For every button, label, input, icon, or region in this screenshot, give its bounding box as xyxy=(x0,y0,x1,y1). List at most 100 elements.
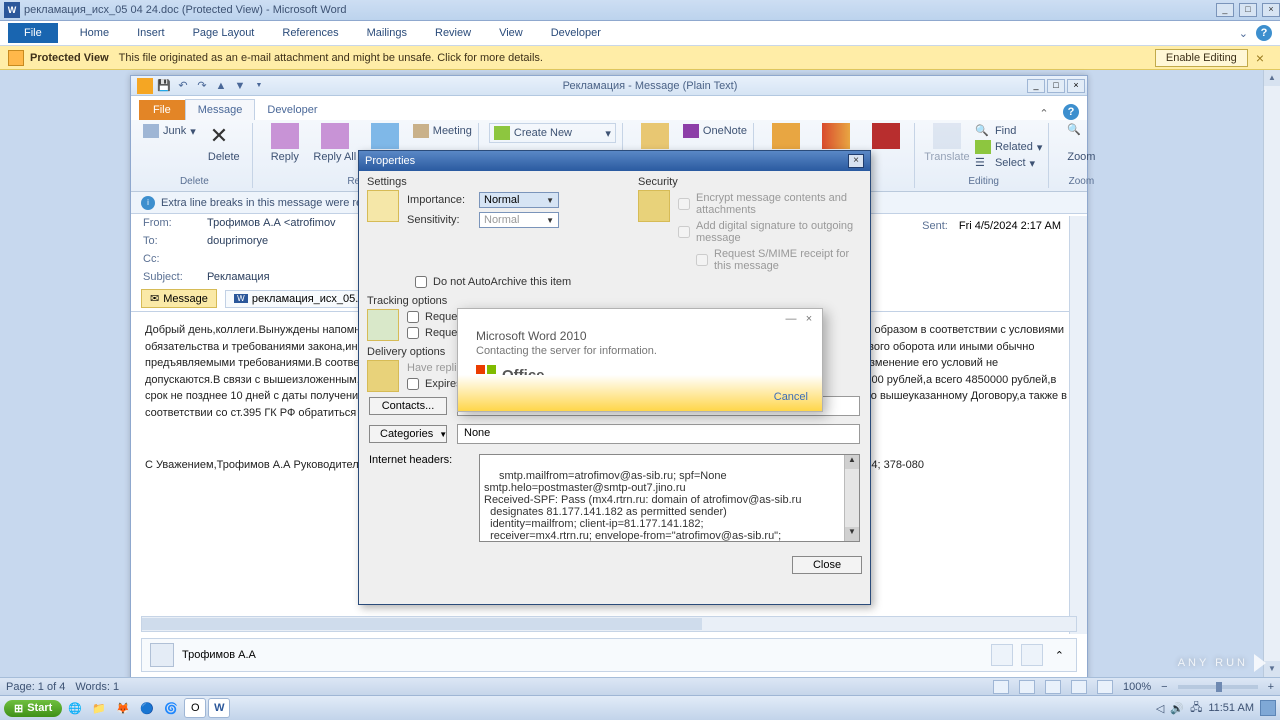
tab-references[interactable]: References xyxy=(268,23,352,43)
volume-icon[interactable]: 🔊 xyxy=(1170,702,1184,715)
zoom-level[interactable]: 100% xyxy=(1123,681,1151,693)
onenote-button[interactable]: OneNote xyxy=(683,123,747,139)
tab-home[interactable]: Home xyxy=(66,23,123,43)
minimize-button[interactable]: _ xyxy=(1216,3,1234,17)
flag-button[interactable] xyxy=(764,123,808,151)
zoom-button[interactable]: 🔍Zoom xyxy=(1059,123,1103,163)
page-status[interactable]: Page: 1 of 4 xyxy=(6,681,65,693)
ol-tab-message[interactable]: Message xyxy=(185,99,256,120)
undo-icon[interactable]: ↶ xyxy=(175,78,191,94)
dlg-minimize-icon[interactable]: — xyxy=(782,313,800,325)
horizontal-scrollbar[interactable] xyxy=(141,616,1077,632)
file-tab[interactable]: File xyxy=(8,23,58,43)
vertical-scrollbar[interactable]: ▲ ▼ xyxy=(1263,70,1280,677)
delete-button[interactable]: ✕Delete xyxy=(202,123,246,163)
categories-button[interactable]: Categories▼ xyxy=(369,425,447,443)
tray-expand-icon[interactable]: ◁ xyxy=(1156,702,1164,715)
zoom-in-icon[interactable]: + xyxy=(1268,681,1274,693)
ol-tab-developer[interactable]: Developer xyxy=(255,100,329,120)
word-taskbar-icon[interactable]: W xyxy=(208,698,230,718)
ol-help-icon[interactable]: ? xyxy=(1063,104,1079,120)
view-draft-button[interactable] xyxy=(1097,680,1113,694)
ol-minimize-button[interactable]: _ xyxy=(1027,79,1045,93)
expand-icon[interactable]: ⌃ xyxy=(1051,649,1068,662)
noarchive-checkbox[interactable]: Do not AutoArchive this item xyxy=(359,274,870,290)
ribbon-collapse-icon[interactable]: ⌃ xyxy=(1037,107,1051,120)
reply-button[interactable]: Reply xyxy=(263,123,307,163)
scroll-up-icon[interactable]: ▲ xyxy=(1264,70,1280,86)
view-fullscreen-button[interactable] xyxy=(1019,680,1035,694)
importance-dropdown[interactable]: Normal▼ xyxy=(479,192,559,208)
select-button[interactable]: ☰Select ▾ xyxy=(975,155,1042,171)
qat-dropdown-icon[interactable]: ▼ xyxy=(251,78,267,94)
tab-pagelayout[interactable]: Page Layout xyxy=(179,23,269,43)
tracking-icon xyxy=(367,309,399,341)
move-button[interactable] xyxy=(633,123,677,151)
system-tray: ◁ 🔊 🖧 11:51 AM xyxy=(1156,699,1276,718)
dlg-close-icon[interactable]: × xyxy=(800,313,818,325)
categories-field[interactable]: None xyxy=(457,424,860,444)
properties-close-button[interactable]: Close xyxy=(792,556,862,574)
tab-insert[interactable]: Insert xyxy=(123,23,179,43)
tab-developer[interactable]: Developer xyxy=(537,23,615,43)
ol-maximize-button[interactable]: □ xyxy=(1047,79,1065,93)
save-icon[interactable]: 💾 xyxy=(156,78,172,94)
scroll-down-icon[interactable]: ▼ xyxy=(1264,661,1280,677)
words-status[interactable]: Words: 1 xyxy=(75,681,119,693)
create-new-button[interactable]: Create New▾ xyxy=(489,123,616,143)
ie-icon[interactable]: 🌐 xyxy=(64,698,86,718)
chrome-icon[interactable]: 🔵 xyxy=(136,698,158,718)
internet-headers-box[interactable]: smtp.mailfrom=atrofimov@as-sib.ru; spf=N… xyxy=(479,454,860,542)
help-icon[interactable]: ? xyxy=(1256,25,1272,41)
protected-close-icon[interactable]: × xyxy=(1248,50,1272,66)
next-icon[interactable]: ▼ xyxy=(232,78,248,94)
close-button[interactable]: × xyxy=(1262,3,1280,17)
zoom-out-icon[interactable]: − xyxy=(1161,681,1167,693)
people-button-2[interactable] xyxy=(1021,644,1043,666)
cancel-link[interactable]: Cancel xyxy=(774,391,808,403)
protected-view-message[interactable]: This file originated as an e-mail attach… xyxy=(119,52,1155,64)
delivery-icon xyxy=(367,360,399,392)
ol-close-button[interactable]: × xyxy=(1067,79,1085,93)
headers-scrollbar[interactable]: ▲▼ xyxy=(844,455,859,541)
tab-review[interactable]: Review xyxy=(421,23,485,43)
view-web-button[interactable] xyxy=(1045,680,1061,694)
network-icon[interactable]: 🖧 xyxy=(1190,699,1202,718)
find-button[interactable]: 🔍Find xyxy=(975,123,1042,139)
start-button[interactable]: ⊞Start xyxy=(4,700,62,717)
attachment-file[interactable]: Wрекламация_исх_05.0 xyxy=(225,290,374,308)
prev-icon[interactable]: ▲ xyxy=(213,78,229,94)
outlook-tabs: File Message Developer ⌃ ? xyxy=(131,96,1087,120)
view-print-button[interactable] xyxy=(993,680,1009,694)
message-tab-button[interactable]: ✉Message xyxy=(141,289,217,308)
ol-file-tab[interactable]: File xyxy=(139,100,185,120)
categorize-button[interactable] xyxy=(814,123,858,151)
followup-button[interactable] xyxy=(864,123,908,151)
ribbon-minimize-icon[interactable]: ⌄ xyxy=(1239,27,1248,40)
zoom-slider[interactable] xyxy=(1178,685,1258,689)
enable-editing-button[interactable]: Enable Editing xyxy=(1155,49,1248,67)
view-outline-button[interactable] xyxy=(1071,680,1087,694)
meeting-button[interactable]: Meeting xyxy=(413,123,472,139)
replyall-button[interactable]: Reply All xyxy=(313,123,357,163)
tab-view[interactable]: View xyxy=(485,23,537,43)
explorer-icon[interactable]: 📁 xyxy=(88,698,110,718)
maximize-button[interactable]: □ xyxy=(1239,3,1257,17)
contacts-button[interactable]: Contacts... xyxy=(369,397,447,415)
encrypt-checkbox: Encrypt message contents and attachments xyxy=(678,190,862,218)
translate-button[interactable]: Translate xyxy=(925,123,969,163)
outlook-taskbar-icon[interactable]: O xyxy=(184,698,206,718)
firefox-icon[interactable]: 🦊 xyxy=(112,698,134,718)
properties-titlebar[interactable]: Properties × xyxy=(359,151,870,171)
clock[interactable]: 11:51 AM xyxy=(1208,702,1254,714)
group-editing: Editing xyxy=(925,175,1042,188)
edge-icon[interactable]: 🌀 xyxy=(160,698,182,718)
right-scroll-strip[interactable] xyxy=(1069,216,1087,634)
people-button-1[interactable] xyxy=(991,644,1013,666)
show-desktop-button[interactable] xyxy=(1260,700,1276,716)
redo-icon[interactable]: ↷ xyxy=(194,78,210,94)
related-button[interactable]: Related ▾ xyxy=(975,139,1042,155)
junk-button[interactable]: Junk ▾ xyxy=(143,123,196,139)
tab-mailings[interactable]: Mailings xyxy=(353,23,421,43)
properties-close-icon[interactable]: × xyxy=(848,154,864,168)
